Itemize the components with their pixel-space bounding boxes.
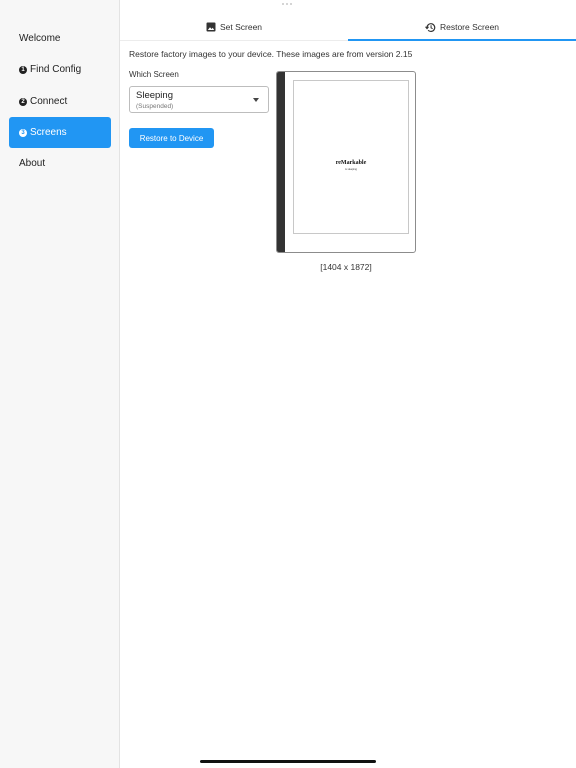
select-subtitle: (Suspended) <box>136 103 174 110</box>
device-bezel <box>277 72 285 252</box>
select-value: Sleeping <box>136 90 173 101</box>
sidebar-item-screens[interactable]: 3 Screens <box>9 117 111 148</box>
sidebar-item-about[interactable]: About <box>9 148 111 179</box>
multitasking-indicator <box>282 3 292 5</box>
sidebar-item-label: Find Config <box>30 64 82 75</box>
sidebar-item-label: About <box>19 158 46 169</box>
step-1-badge: 1 <box>19 65 27 74</box>
tab-bar: Set Screen Restore Screen <box>120 13 576 41</box>
image-icon <box>206 22 216 32</box>
intro-text: Restore factory images to your device. T… <box>129 49 413 59</box>
tab-label: Restore Screen <box>439 22 500 32</box>
screen-preview: reMarkable is sleeping <box>293 80 409 234</box>
sidebar-item-label: Screens <box>30 127 67 138</box>
active-tab-indicator <box>348 39 576 41</box>
tab-set-screen[interactable]: Set Screen <box>120 13 348 41</box>
sidebar-item-find-config[interactable]: 1 Find Config <box>9 54 111 85</box>
sidebar-item-welcome[interactable]: Welcome <box>9 23 111 54</box>
remarkable-logo: reMarkable <box>335 160 367 166</box>
sidebar-item-connect[interactable]: 2 Connect <box>9 86 111 117</box>
history-icon <box>425 22 436 32</box>
restore-to-device-button[interactable]: Restore to Device <box>129 128 214 148</box>
sidebar-item-label: Welcome <box>19 33 61 44</box>
which-screen-label: Which Screen <box>129 70 179 79</box>
sleeping-caption: is sleeping <box>345 168 357 171</box>
sidebar-item-label: Connect <box>30 96 68 107</box>
dropdown-arrow-icon <box>253 98 259 102</box>
image-dimensions: [1404 x 1872] <box>320 262 372 272</box>
step-3-badge: 3 <box>19 128 27 137</box>
sidebar: Welcome 1 Find Config 2 Connect 3 Screen… <box>0 0 120 768</box>
home-indicator[interactable] <box>200 760 376 763</box>
device-preview: reMarkable is sleeping <box>276 71 416 253</box>
which-screen-select[interactable]: Sleeping (Suspended) <box>129 86 269 113</box>
tab-label: Set Screen <box>219 22 263 32</box>
step-2-badge: 2 <box>19 97 27 106</box>
tab-restore-screen[interactable]: Restore Screen <box>348 13 576 41</box>
